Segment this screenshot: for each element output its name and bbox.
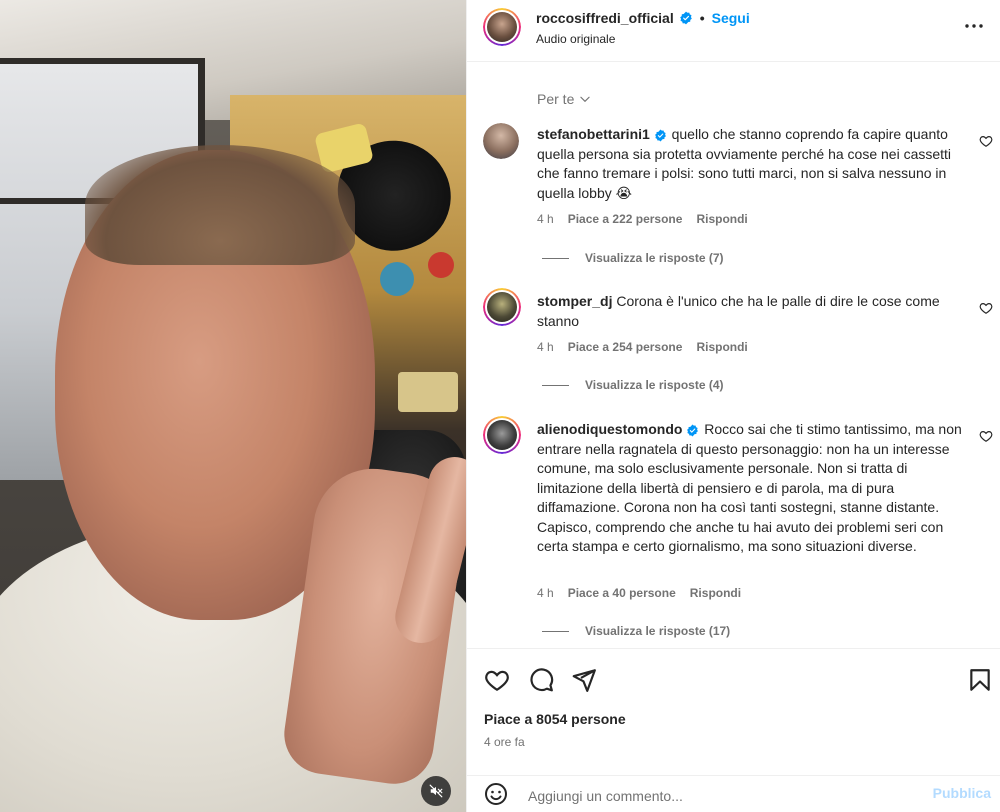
video-person-hair — [85, 145, 355, 265]
publish-button[interactable]: Pubblica — [933, 785, 991, 801]
view-replies-button[interactable]: Visualizza le risposte (17) — [542, 624, 730, 638]
comment-text-block: stomper_dj Corona è l'unico che ha le pa… — [537, 292, 963, 331]
reply-button[interactable]: Rispondi — [690, 586, 741, 600]
comment-text-block: stefanobettarini1 quello che stanno copr… — [537, 125, 963, 203]
comment-time[interactable]: 4 h — [537, 340, 554, 354]
reply-button[interactable]: Rispondi — [696, 212, 747, 226]
comment-likes[interactable]: Piace a 40 persone — [568, 586, 676, 600]
post-likes-count[interactable]: Piace a 8054 persone — [484, 711, 626, 727]
view-replies-button[interactable]: Visualizza le risposte (7) — [542, 251, 724, 265]
follow-button[interactable]: Segui — [712, 10, 750, 26]
post-sidebar: roccosiffredi_official • Segui Audio ori… — [466, 0, 1000, 812]
comment-time[interactable]: 4 h — [537, 586, 554, 600]
more-horizontal-icon[interactable] — [962, 14, 986, 38]
comment-username[interactable]: alienodiquestomondo — [537, 421, 682, 437]
speaker-muted-icon[interactable] — [421, 776, 451, 806]
comment-meta: 4 h Piace a 254 persone Rispondi — [537, 340, 748, 354]
comment-sort-label: Per te — [537, 91, 575, 107]
post-author: roccosiffredi_official • Segui — [536, 10, 750, 26]
view-replies-label: Visualizza le risposte (4) — [585, 378, 724, 392]
add-comment-bar: Pubblica — [467, 775, 1000, 812]
post-video[interactable] — [0, 0, 466, 812]
reply-button[interactable]: Rispondi — [696, 340, 747, 354]
heart-icon[interactable] — [979, 429, 993, 443]
comment-text: Rocco sai che ti stimo tantissimo, ma no… — [537, 421, 962, 554]
verified-badge-icon — [686, 423, 700, 437]
share-icon[interactable] — [571, 667, 597, 693]
comment-time[interactable]: 4 h — [537, 212, 554, 226]
comment-username[interactable]: stomper_dj — [537, 293, 612, 309]
comment-username[interactable]: stefanobettarini1 — [537, 126, 650, 142]
video-sticker — [380, 262, 414, 296]
view-replies-label: Visualizza le risposte (7) — [585, 251, 724, 265]
audio-label[interactable]: Audio originale — [536, 32, 615, 46]
verified-badge-icon — [679, 11, 693, 25]
post-timestamp[interactable]: 4 ore fa — [484, 735, 525, 749]
post-header: roccosiffredi_official • Segui Audio ori… — [467, 0, 1000, 62]
heart-icon[interactable] — [979, 301, 993, 315]
replies-divider — [542, 630, 569, 632]
comment-sort-dropdown[interactable]: Per te — [537, 91, 592, 107]
separator-dot: • — [699, 10, 705, 26]
comment-input[interactable] — [528, 784, 908, 808]
post-actions: Piace a 8054 persone 4 ore fa Pubblica — [467, 648, 1000, 812]
comments-list: Per te stefanobettarini1 quello che stan… — [467, 63, 1000, 647]
video-frame-picture — [398, 372, 458, 412]
emoji-icon[interactable] — [484, 782, 508, 806]
heart-icon[interactable] — [484, 667, 510, 693]
comment-icon[interactable] — [528, 667, 554, 693]
comment-meta: 4 h Piace a 40 persone Rispondi — [537, 586, 741, 600]
comment-likes[interactable]: Piace a 254 persone — [568, 340, 683, 354]
replies-divider — [542, 384, 569, 386]
window-frame — [0, 58, 205, 64]
view-replies-label: Visualizza le risposte (17) — [585, 624, 731, 638]
avatar[interactable] — [483, 123, 519, 159]
comment-text-block: alienodiquestomondo Rocco sai che ti sti… — [537, 420, 963, 557]
video-sticker — [428, 252, 454, 278]
replies-divider — [542, 257, 569, 259]
avatar[interactable] — [483, 8, 521, 46]
comment-meta: 4 h Piace a 222 persone Rispondi — [537, 212, 748, 226]
avatar[interactable] — [483, 288, 521, 326]
avatar[interactable] — [483, 416, 521, 454]
verified-badge-icon — [654, 128, 668, 142]
bookmark-icon[interactable] — [967, 667, 993, 693]
view-replies-button[interactable]: Visualizza le risposte (4) — [542, 378, 724, 392]
chevron-down-icon — [580, 96, 591, 102]
comment-likes[interactable]: Piace a 222 persone — [568, 212, 683, 226]
post-author-username[interactable]: roccosiffredi_official — [536, 10, 674, 26]
heart-icon[interactable] — [979, 134, 993, 148]
